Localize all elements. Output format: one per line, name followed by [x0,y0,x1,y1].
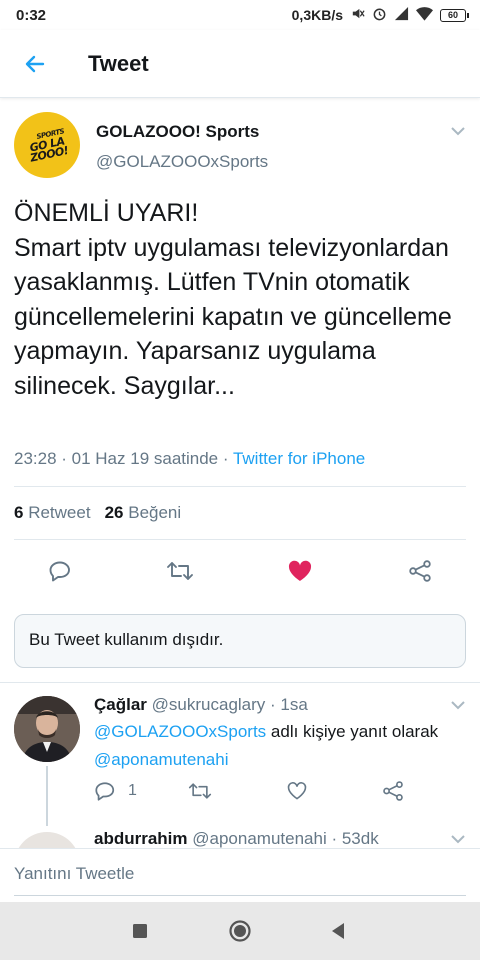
network-speed: 0,3KB/s [291,7,343,23]
reply-header: abdurrahim @aponamutenahi · 53dk [94,829,379,848]
retweet-count: 6 [14,503,24,522]
like-button[interactable] [285,556,315,586]
page-title: Tweet [88,50,149,76]
author-handle[interactable]: @GOLAZOOOxSports [96,152,268,172]
recents-button[interactable] [128,919,152,943]
battery-icon: 60 [440,8,469,22]
reply-author-name[interactable]: Çağlar [94,695,147,714]
reply-share-button[interactable] [382,780,404,802]
nav-back-button[interactable] [326,919,350,943]
tweet-author: SPORTS GO LA ZOOO! GOLAZOOO! Sports @GOL… [14,110,466,180]
status-time: 0:32 [16,6,47,24]
app-header: Tweet [0,30,480,98]
retweet-icon [167,562,193,580]
reply-avatar[interactable] [14,696,80,762]
reply-reply-button[interactable]: 1 [94,780,137,802]
reply-to-handle[interactable]: @GOLAZOOOxSports [94,722,266,741]
user-photo [14,696,80,762]
reply-input[interactable]: Yanıtını Tweetle [14,864,134,884]
reply-count: 1 [128,782,137,799]
timestamp-text: 23:28 · 01 Haz 19 saatinde · [14,449,233,468]
tweet-menu-button[interactable] [450,124,466,142]
status-icons: 0,3KB/s 60 [291,6,469,24]
reply-icon [95,782,115,801]
reply-icon [49,561,70,582]
back-triangle-icon [332,923,344,939]
home-icon [229,920,251,942]
reply-retweet-button[interactable] [188,780,212,802]
tweet-actions [0,552,480,588]
status-bar: 0:32 0,3KB/s 60 [0,0,480,30]
share-button[interactable] [405,556,435,586]
reply-like-button[interactable] [286,780,308,802]
reply-mention[interactable]: @aponamutenahi [94,750,228,769]
wifi-icon [416,6,433,24]
thread-line [46,766,48,826]
author-name[interactable]: GOLAZOOO! Sports [96,122,259,142]
reply-context: @GOLAZOOOxSports adlı kişiye yanıt olara… [94,718,454,774]
retweet-stat[interactable]: 6 Retweet [14,503,91,523]
back-button[interactable] [0,30,70,98]
reply-author-name[interactable]: abdurrahim [94,829,188,848]
divider [14,486,466,487]
signal-icon [394,6,409,24]
like-stat[interactable]: 26 Beğeni [105,503,182,523]
mute-icon [350,6,365,24]
retweet-button[interactable] [165,556,195,586]
reply-author-handle[interactable]: @aponamutenahi [192,829,326,848]
tweet-source-link[interactable]: Twitter for iPhone [233,449,365,468]
share-icon [409,560,431,582]
reply-author-handle[interactable]: @sukrucaglary [152,695,266,714]
retweet-icon [188,783,212,799]
divider [14,539,466,540]
reply-time: 53dk [341,829,379,848]
recents-icon [133,924,147,938]
unavailable-tweet-notice: Bu Tweet kullanım dışıdır. [14,614,466,668]
like-count: 26 [104,503,124,522]
share-icon [383,781,403,801]
tweet-text: ÖNEMLİ UYARI! Smart iptv uygulaması tele… [14,199,452,400]
divider [0,682,480,683]
back-arrow-icon [25,55,45,72]
reply-menu-button[interactable] [450,698,466,716]
chevron-down-icon [451,127,465,136]
input-underline [14,895,466,896]
golazooo-logo: SPORTS GO LA ZOOO! [28,127,70,165]
tweet-stats: 6 Retweet 26 Beğeni [14,503,181,523]
reply-time: 1sa [280,695,308,714]
retweet-label: Retweet [28,503,91,522]
alarm-icon [372,6,387,24]
like-label: Beğeni [128,503,182,522]
chevron-down-icon [451,701,465,710]
home-button[interactable] [228,919,252,943]
chevron-down-icon [451,835,465,844]
heart-icon [288,560,312,581]
heart-outline-icon [287,782,307,800]
reply-actions: 1 [94,780,466,808]
author-avatar[interactable]: SPORTS GO LA ZOOO! [14,112,80,178]
tweet-timestamp: 23:28 · 01 Haz 19 saatinde · Twitter for… [14,449,365,469]
reply-composer: Yanıtını Tweetle [0,848,480,902]
android-nav-bar [0,902,480,960]
reply-header: Çağlar @sukrucaglary · 1sa [94,695,308,714]
reply-button[interactable] [45,556,75,586]
reply-to-text: adlı kişiye yanıt olarak [270,722,439,741]
